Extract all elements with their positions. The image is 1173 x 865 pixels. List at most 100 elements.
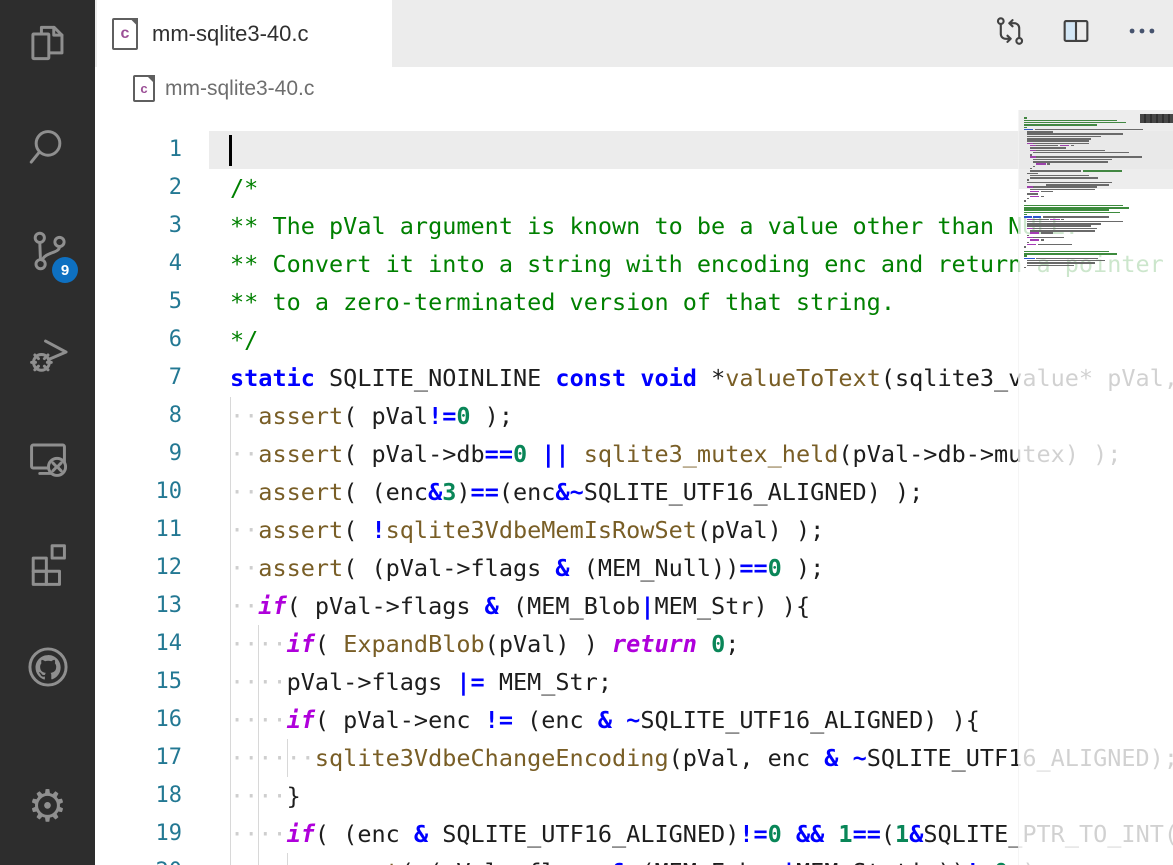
minimap[interactable]: [1018, 110, 1173, 865]
c-file-icon: c: [133, 75, 155, 102]
code-token: void: [640, 359, 697, 397]
run-debug-icon: [25, 332, 71, 383]
more-actions-icon: [1125, 14, 1159, 53]
split-editor-button[interactable]: [1055, 12, 1097, 54]
minimap-code-line: [1027, 193, 1038, 195]
minimap-code-line: [1024, 267, 1026, 269]
indent-guide: ··: [258, 777, 286, 815]
line-number[interactable]: 7: [95, 359, 182, 397]
activity-bar-item-explorer[interactable]: [0, 13, 95, 77]
code-token: ( (enc: [343, 473, 428, 511]
line-number[interactable]: 13: [95, 587, 182, 625]
code-token: [527, 435, 541, 473]
minimap-code-line: [1041, 232, 1053, 234]
line-number[interactable]: 15: [95, 663, 182, 701]
code-token: MEM_Str;: [485, 663, 612, 701]
activity-bar-item-remote-explorer[interactable]: [0, 429, 95, 493]
line-number[interactable]: 12: [95, 549, 182, 587]
line-number[interactable]: 14: [95, 625, 182, 663]
code-token: if: [287, 701, 315, 739]
line-number[interactable]: 8: [95, 397, 182, 435]
open-changes-button[interactable]: [989, 12, 1031, 54]
activity-bar-item-manage[interactable]: ⚙: [0, 775, 95, 839]
code-token: );: [471, 397, 513, 435]
line-number[interactable]: 4: [95, 245, 182, 283]
code-token: ): [456, 473, 470, 511]
line-number[interactable]: 18: [95, 777, 182, 815]
activity-bar-item-github[interactable]: [0, 637, 95, 701]
activity-bar-item-run-and-debug[interactable]: [0, 325, 95, 389]
code-token: !: [371, 511, 385, 549]
code-token: 1: [895, 815, 909, 853]
code-token: pVal->flags: [287, 663, 457, 701]
tab-label: mm-sqlite3-40.c: [152, 21, 308, 47]
code-token: ~: [626, 701, 640, 739]
code-token: 0: [994, 853, 1008, 865]
indent-guide: ··: [287, 739, 315, 777]
line-number[interactable]: 11: [95, 511, 182, 549]
minimap-code-line: [1050, 219, 1059, 221]
breadcrumb-file-item[interactable]: c mm-sqlite3-40.c: [133, 75, 314, 102]
line-number[interactable]: 6: [95, 321, 182, 359]
code-token: SQLITE_UTF16_ALIGNED) ){: [640, 701, 980, 739]
minimap-code-line: [1027, 242, 1029, 244]
line-number[interactable]: 5: [95, 283, 182, 321]
code-token: (: [315, 625, 343, 663]
line-number[interactable]: 3: [95, 207, 182, 245]
minimap-code-line: [1033, 219, 1049, 221]
code-token: [838, 739, 852, 777]
indent-guide: ··: [230, 473, 258, 511]
line-number[interactable]: 20: [95, 853, 182, 865]
indent-guide: ··: [230, 663, 258, 701]
explorer-icon: [25, 20, 71, 71]
code-token: 0: [768, 815, 782, 853]
activity-bar: 9⚙: [0, 0, 95, 865]
line-number[interactable]: 10: [95, 473, 182, 511]
code-token: }: [287, 777, 301, 815]
minimap-code-line: [1024, 255, 1027, 257]
indent-guide: ··: [258, 815, 286, 853]
line-number[interactable]: 2: [95, 169, 182, 207]
code-token: ||: [541, 435, 569, 473]
remote-explorer-icon: [25, 436, 71, 487]
minimap-code-line: [1027, 223, 1101, 225]
minimap-code-line: [1027, 225, 1091, 227]
code-token: &&: [796, 815, 824, 853]
code-token: ** to a zero-terminated version of that …: [230, 283, 895, 321]
code-token: &: [428, 473, 442, 511]
indent-guide: ··: [230, 587, 258, 625]
line-number[interactable]: 9: [95, 435, 182, 473]
minimap-code-line: [1061, 219, 1064, 221]
indent-guide: ··: [230, 777, 258, 815]
code-token: static: [230, 359, 315, 397]
search-icon: [25, 124, 71, 175]
code-token: &: [824, 739, 838, 777]
code-token: assert: [258, 549, 343, 587]
code-token: assert: [258, 473, 343, 511]
minimap-code-line: [1030, 239, 1039, 241]
line-number[interactable]: 17: [95, 739, 182, 777]
code-editor[interactable]: 1234567891011121314151617181920 /*** The…: [95, 110, 1173, 865]
code-token: if: [287, 625, 315, 663]
line-number[interactable]: 19: [95, 815, 182, 853]
code-token: assert: [258, 435, 343, 473]
minimap-code-line: [1027, 260, 1105, 262]
activity-bar-item-extensions[interactable]: [0, 533, 95, 597]
tab-mm-sqlite3-40-c[interactable]: c mm-sqlite3-40.c: [97, 0, 392, 67]
indent-guide: ··: [230, 511, 258, 549]
activity-bar-item-source-control[interactable]: 9: [0, 221, 95, 285]
code-token: ~: [853, 739, 867, 777]
activity-bar-item-search[interactable]: [0, 117, 95, 181]
code-token: if: [258, 587, 286, 625]
more-actions-button[interactable]: [1121, 12, 1163, 54]
line-number[interactable]: 16: [95, 701, 182, 739]
code-token: [782, 815, 796, 853]
code-token: |: [782, 853, 796, 865]
code-token: ( (enc: [315, 815, 414, 853]
minimap-code-line: [1030, 196, 1039, 198]
line-number[interactable]: 1: [95, 131, 182, 169]
code-token: 0: [711, 625, 725, 663]
indent-guide: ··: [258, 663, 286, 701]
indent-guide: ··: [230, 701, 258, 739]
code-token: assert: [258, 397, 343, 435]
